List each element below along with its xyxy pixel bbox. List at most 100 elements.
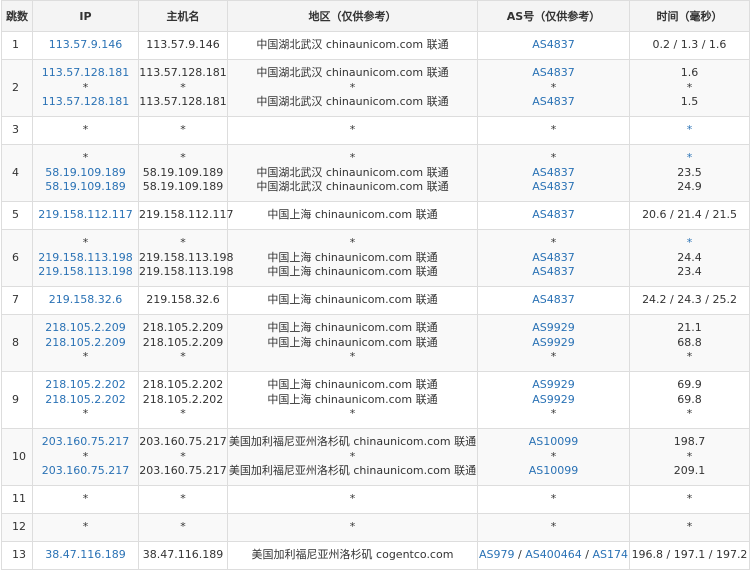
as-link[interactable]: AS4837 bbox=[532, 66, 575, 79]
as-line: AS4837 bbox=[478, 66, 629, 81]
ip-link[interactable]: 219.158.32.6 bbox=[33, 293, 138, 308]
as-timeout: * bbox=[550, 520, 557, 534]
ip-cell: 38.47.116.189 bbox=[32, 541, 139, 570]
time-value: 198.7 bbox=[673, 435, 706, 449]
ip-link[interactable]: 218.105.2.209 bbox=[33, 336, 138, 351]
as-link[interactable]: AS4837 bbox=[532, 180, 575, 193]
region-cell: * bbox=[227, 513, 478, 542]
hostname-cell: 38.47.116.189 bbox=[138, 541, 228, 570]
hop-number: 10 bbox=[1, 428, 33, 486]
hostname-text: 218.105.2.202 bbox=[142, 392, 224, 406]
ip-cell: 218.105.2.202 218.105.2.202 * bbox=[32, 371, 139, 429]
region-text: 中国湖北武汉 chinaunicom.com 联通 bbox=[256, 38, 449, 52]
as-timeout: * bbox=[550, 492, 557, 506]
hostname-timeout: * bbox=[180, 123, 186, 137]
hostname-cell: 113.57.9.146 bbox=[138, 31, 228, 60]
as-line: * bbox=[478, 350, 629, 365]
ip-timeout: * bbox=[82, 520, 89, 534]
ip-link[interactable]: 219.158.112.117 bbox=[33, 208, 138, 223]
ip-timeout: * bbox=[82, 350, 89, 364]
table-row: 2 113.57.128.181 * 113.57.128.181 113.57.128… bbox=[1, 59, 750, 117]
ip-link[interactable]: 203.160.75.217 bbox=[33, 464, 138, 479]
as-line: * bbox=[478, 81, 629, 96]
as-line: AS10099 bbox=[478, 464, 629, 479]
as-link[interactable]: AS9929 bbox=[532, 321, 575, 334]
time-value: 21.1 bbox=[677, 321, 702, 335]
as-cell: * bbox=[477, 116, 630, 145]
hostname-text: 58.19.109.189 bbox=[142, 165, 224, 179]
table-row: 1 113.57.9.146 113.57.9.146 中国湖北武汉 chinauni… bbox=[1, 31, 750, 60]
region-timeout: * bbox=[349, 407, 356, 421]
time-value: 24.4 bbox=[677, 250, 702, 264]
as-link[interactable]: AS4837 bbox=[532, 166, 575, 179]
as-cell: AS4837 bbox=[477, 286, 630, 315]
as-link[interactable]: AS9929 bbox=[532, 336, 575, 349]
ip-link[interactable]: 203.160.75.217 bbox=[33, 435, 138, 450]
as-line: AS4837 bbox=[478, 180, 629, 195]
as-timeout: * bbox=[550, 123, 557, 137]
as-link[interactable]: AS9929 bbox=[532, 378, 575, 391]
as-link[interactable]: AS4837 bbox=[532, 208, 575, 221]
as-line: * bbox=[478, 520, 629, 535]
ip-link[interactable]: 219.158.113.198 bbox=[33, 251, 138, 266]
region-text: 中国上海 chinaunicom.com 联通 bbox=[267, 293, 438, 307]
region-cell: 中国湖北武汉 chinaunicom.com 联通 bbox=[227, 31, 478, 60]
ip-link[interactable]: 58.19.109.189 bbox=[33, 180, 138, 195]
header-hop: 跳数 bbox=[1, 0, 33, 32]
ip-link[interactable]: 218.105.2.202 bbox=[33, 393, 138, 408]
as-link[interactable]: AS979 bbox=[479, 548, 515, 561]
hop-number: 11 bbox=[1, 485, 33, 514]
ip-link[interactable]: 38.47.116.189 bbox=[33, 548, 138, 563]
as-link[interactable]: AS10099 bbox=[529, 464, 579, 477]
time-value: 23.4 bbox=[677, 265, 702, 279]
ip-link[interactable]: 113.57.128.181 bbox=[33, 95, 138, 110]
hostname-timeout: * bbox=[180, 407, 186, 421]
hostname-cell: * bbox=[138, 513, 228, 542]
ip-link[interactable]: 58.19.109.189 bbox=[33, 166, 138, 181]
time-value: 68.8 bbox=[677, 335, 702, 349]
time-value: 0.2 / 1.3 / 1.6 bbox=[652, 38, 727, 52]
ip-cell: 218.105.2.209 218.105.2.209 * bbox=[32, 314, 139, 372]
region-text: 中国上海 chinaunicom.com 联通 bbox=[267, 208, 438, 222]
as-link[interactable]: AS174 bbox=[592, 548, 628, 561]
ip-link[interactable]: 113.57.9.146 bbox=[33, 38, 138, 53]
as-link[interactable]: AS4837 bbox=[532, 95, 575, 108]
hop-number: 6 bbox=[1, 229, 33, 287]
as-line: * bbox=[478, 123, 629, 138]
as-timeout: * bbox=[550, 151, 557, 165]
ip-link[interactable]: 218.105.2.202 bbox=[33, 378, 138, 393]
time-value: 1.5 bbox=[680, 95, 699, 109]
as-link[interactable]: AS4837 bbox=[532, 293, 575, 306]
as-line: AS979 / AS400464 / AS174 bbox=[478, 548, 629, 563]
table-row: 3 * * * * * bbox=[1, 116, 750, 145]
hostname-text: 218.105.2.209 bbox=[142, 321, 224, 335]
ip-timeout: * bbox=[82, 151, 89, 165]
time-cell: 21.1 68.8 * bbox=[629, 314, 750, 372]
time-cell: 198.7 * 209.1 bbox=[629, 428, 750, 486]
as-link[interactable]: AS4837 bbox=[532, 38, 575, 51]
hop-number: 1 bbox=[1, 31, 33, 60]
hostname-text: 219.158.32.6 bbox=[146, 293, 220, 307]
region-text: 美国加利福尼亚州洛杉矶 chinaunicom.com 联通 bbox=[228, 435, 477, 449]
table-row: 10 203.160.75.217 * 203.160.75.217 203.160.7… bbox=[1, 428, 750, 486]
time-value: 196.8 / 197.1 / 197.2 bbox=[631, 548, 748, 562]
region-text: 美国加利福尼亚州洛杉矶 chinaunicom.com 联通 bbox=[228, 464, 477, 478]
table-body: 1 113.57.9.146 113.57.9.146 中国湖北武汉 chinauni… bbox=[1, 31, 750, 570]
as-link[interactable]: AS4837 bbox=[532, 265, 575, 278]
hop-number: 4 bbox=[1, 144, 33, 202]
hostname-text: 113.57.9.146 bbox=[146, 38, 220, 52]
as-link[interactable]: AS400464 bbox=[525, 548, 582, 561]
time-cell: 69.9 69.8 * bbox=[629, 371, 750, 429]
as-link[interactable]: AS4837 bbox=[532, 251, 575, 264]
hostname-timeout: * bbox=[180, 80, 186, 94]
hostname-cell: 219.158.112.117 bbox=[138, 201, 233, 230]
as-line: * bbox=[478, 151, 629, 166]
ip-link[interactable]: 113.57.128.181 bbox=[33, 66, 138, 81]
ip-link[interactable]: 219.158.113.198 bbox=[33, 265, 138, 280]
as-link[interactable]: AS9929 bbox=[532, 393, 575, 406]
ip-link[interactable]: 218.105.2.209 bbox=[33, 321, 138, 336]
as-link[interactable]: AS10099 bbox=[529, 435, 579, 448]
table-header-row: 跳数 IP 主机名 地区（仅供参考） AS号（仅供参考） 时间（毫秒） bbox=[1, 0, 750, 32]
region-cell: 中国湖北武汉 chinaunicom.com 联通 * 中国湖北武汉 chinaun… bbox=[227, 59, 478, 117]
as-line: AS4837 bbox=[478, 293, 629, 308]
